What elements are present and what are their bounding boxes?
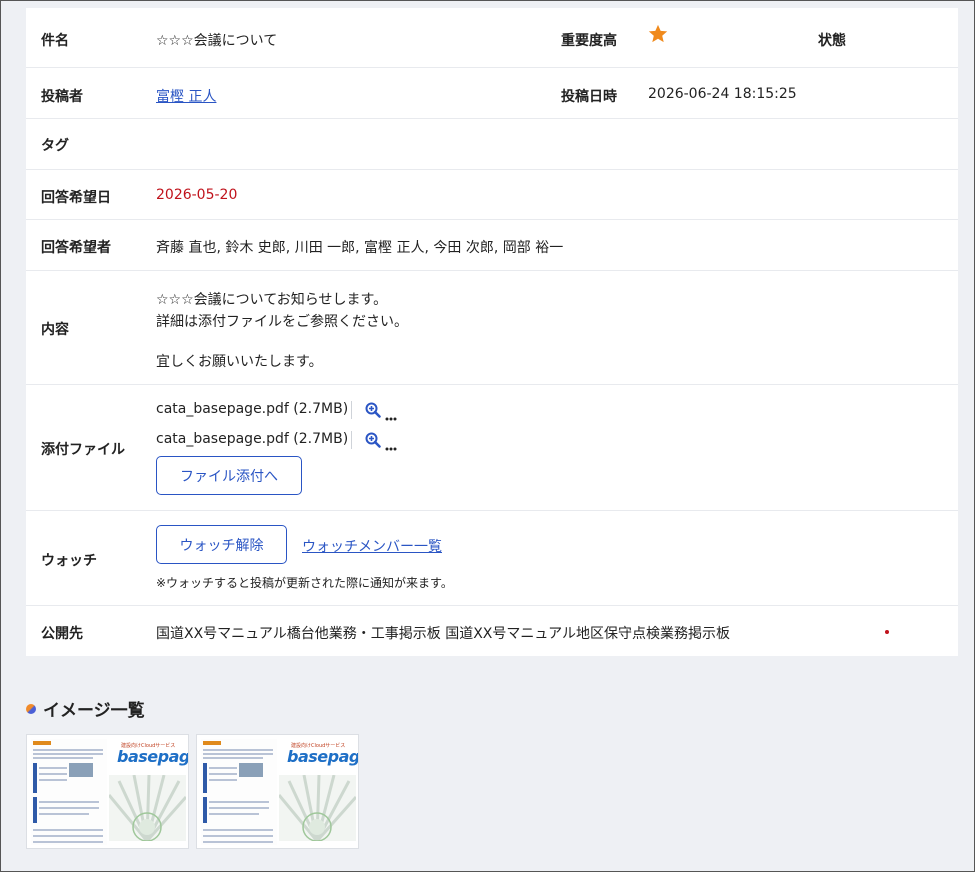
more-icon[interactable] [385,409,397,425]
image-thumbnail[interactable]: 建設向けCloudサービス basepage [196,734,359,849]
attachment-filename[interactable]: cata_basepage.pdf (2.7MB) [156,431,348,447]
unwatch-button[interactable]: ウォッチ解除 [156,525,287,564]
due-label: 回答希望日 [41,190,111,206]
respondents-value: 斉藤 直也, 鈴木 史郎, 川田 一郎, 富樫 正人, 今田 次郎, 岡部 裕一 [156,240,564,256]
required-dot-icon [885,630,889,634]
subject-label: 件名 [41,33,69,49]
attachment-filename[interactable]: cata_basepage.pdf (2.7MB) [156,401,348,417]
due-value: 2026-05-20 [156,187,238,203]
brand-graphic-icon [109,775,186,841]
brand-graphic-icon [279,775,356,841]
post-detail-card: 件名 ☆☆☆会議について 重要度高 状態 投稿者 富樫 正人 投稿日時 2026… [26,8,958,656]
section-bullet-icon [26,703,36,714]
thumbnail-right-page: 建設向けCloudサービス basepage [109,739,189,845]
priority-label: 重要度高 [561,33,617,49]
publish-label: 公開先 [41,626,83,642]
more-icon[interactable] [385,439,397,455]
images-section-title-text: イメージ一覧 [43,701,145,721]
thumbnail-right-page: 建設向けCloudサービス basepage [279,739,359,845]
thumbnail-left-page [201,739,277,845]
due-row: 回答希望日 2026-05-20 [26,170,958,220]
poster-row: 投稿者 富樫 正人 投稿日時 2026-06-24 18:15:25 [26,68,958,119]
status-label: 状態 [818,33,846,49]
subject-row: 件名 ☆☆☆会議について 重要度高 状態 [26,8,958,68]
watch-note: ※ウォッチすると投稿が更新された際に通知が来ます。 [156,576,453,590]
thumbnail-left-page [31,739,107,845]
subject-value: ☆☆☆会議について [156,33,278,49]
zoom-in-icon[interactable] [365,432,381,452]
attachments-row: 添付ファイル cata_basepage.pdf (2.7MB) cata_ba… [26,385,958,511]
content-line: 詳細は添付ファイルをご参照ください。 [156,314,408,330]
attach-label: 添付ファイル [41,442,125,458]
watch-label: ウォッチ [41,553,97,569]
publish-row: 公開先 国道XX号マニュアル橋台他業務・工事掲示板 国道XX号マニュアル地区保守… [26,606,958,656]
respondents-row: 回答希望者 斉藤 直也, 鈴木 史郎, 川田 一郎, 富樫 正人, 今田 次郎,… [26,220,958,271]
watch-row: ウォッチ ウォッチ解除 ウォッチメンバー一覧 ※ウォッチすると投稿が更新された際… [26,511,958,606]
priority-star-icon [647,23,669,49]
respondents-label: 回答希望者 [41,240,111,256]
content-label: 内容 [41,322,69,338]
publish-value: 国道XX号マニュアル橋台他業務・工事掲示板 国道XX号マニュアル地区保守点検業務… [156,626,730,642]
content-line: 宜しくお願いいたします。 [156,354,323,370]
divider [351,431,352,449]
poster-link[interactable]: 富樫 正人 [156,86,216,106]
image-thumbnail[interactable]: 建設向けCloudサービス basepage [26,734,189,849]
content-row: 内容 ☆☆☆会議についてお知らせします。 詳細は添付ファイルをご参照ください。 … [26,271,958,385]
divider [351,401,352,419]
tags-row: タグ [26,119,958,170]
brand-logo: basepage [117,747,189,766]
attach-file-button[interactable]: ファイル添付へ [156,456,302,495]
watch-members-link[interactable]: ウォッチメンバー一覧 [302,536,442,556]
poster-label: 投稿者 [41,89,83,105]
posted-at-label: 投稿日時 [561,89,617,105]
content-line: ☆☆☆会議についてお知らせします。 [156,292,388,308]
posted-at-value: 2026-06-24 18:15:25 [648,86,797,102]
brand-logo: basepage [287,747,359,766]
zoom-in-icon[interactable] [365,402,381,422]
tags-label: タグ [41,138,69,154]
images-section-title: イメージ一覧 [26,696,145,721]
